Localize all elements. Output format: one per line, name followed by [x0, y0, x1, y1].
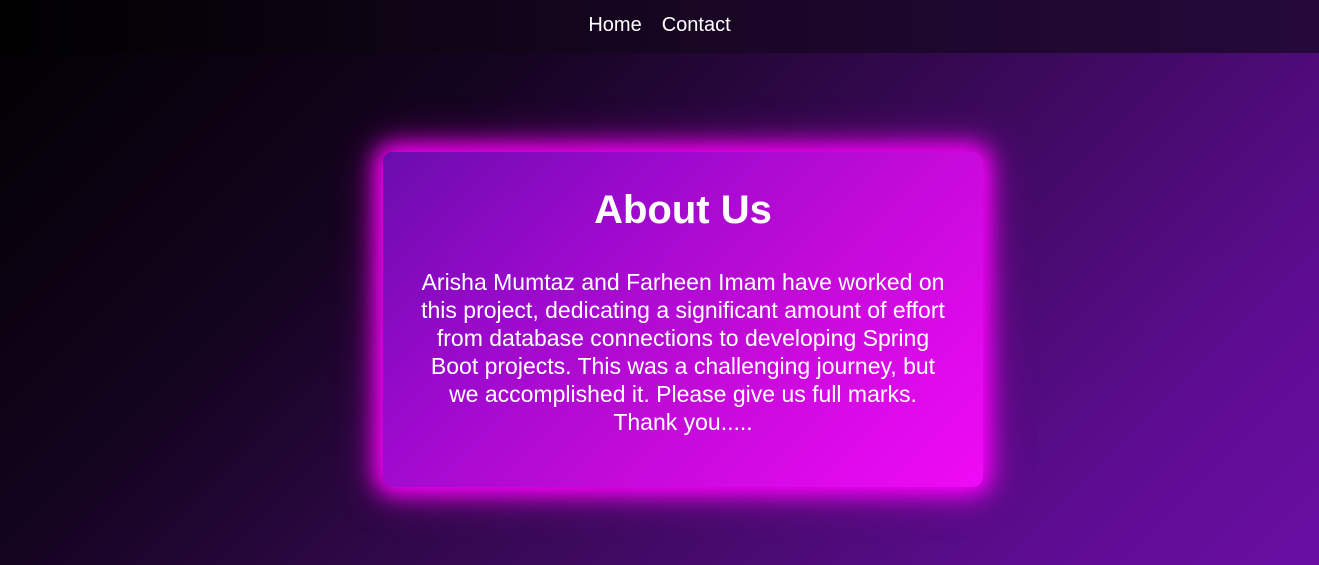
nav-link-home[interactable]: Home: [588, 14, 641, 37]
nav-link-contact[interactable]: Contact: [662, 14, 731, 37]
about-description: Arisha Mumtaz and Farheen Imam have work…: [421, 269, 945, 435]
about-title: About Us: [594, 188, 772, 232]
about-card: About Us Arisha Mumtaz and Farheen Imam …: [383, 152, 983, 487]
top-navbar: Home Contact: [0, 0, 1319, 53]
nav-links: Home Contact: [588, 14, 730, 37]
